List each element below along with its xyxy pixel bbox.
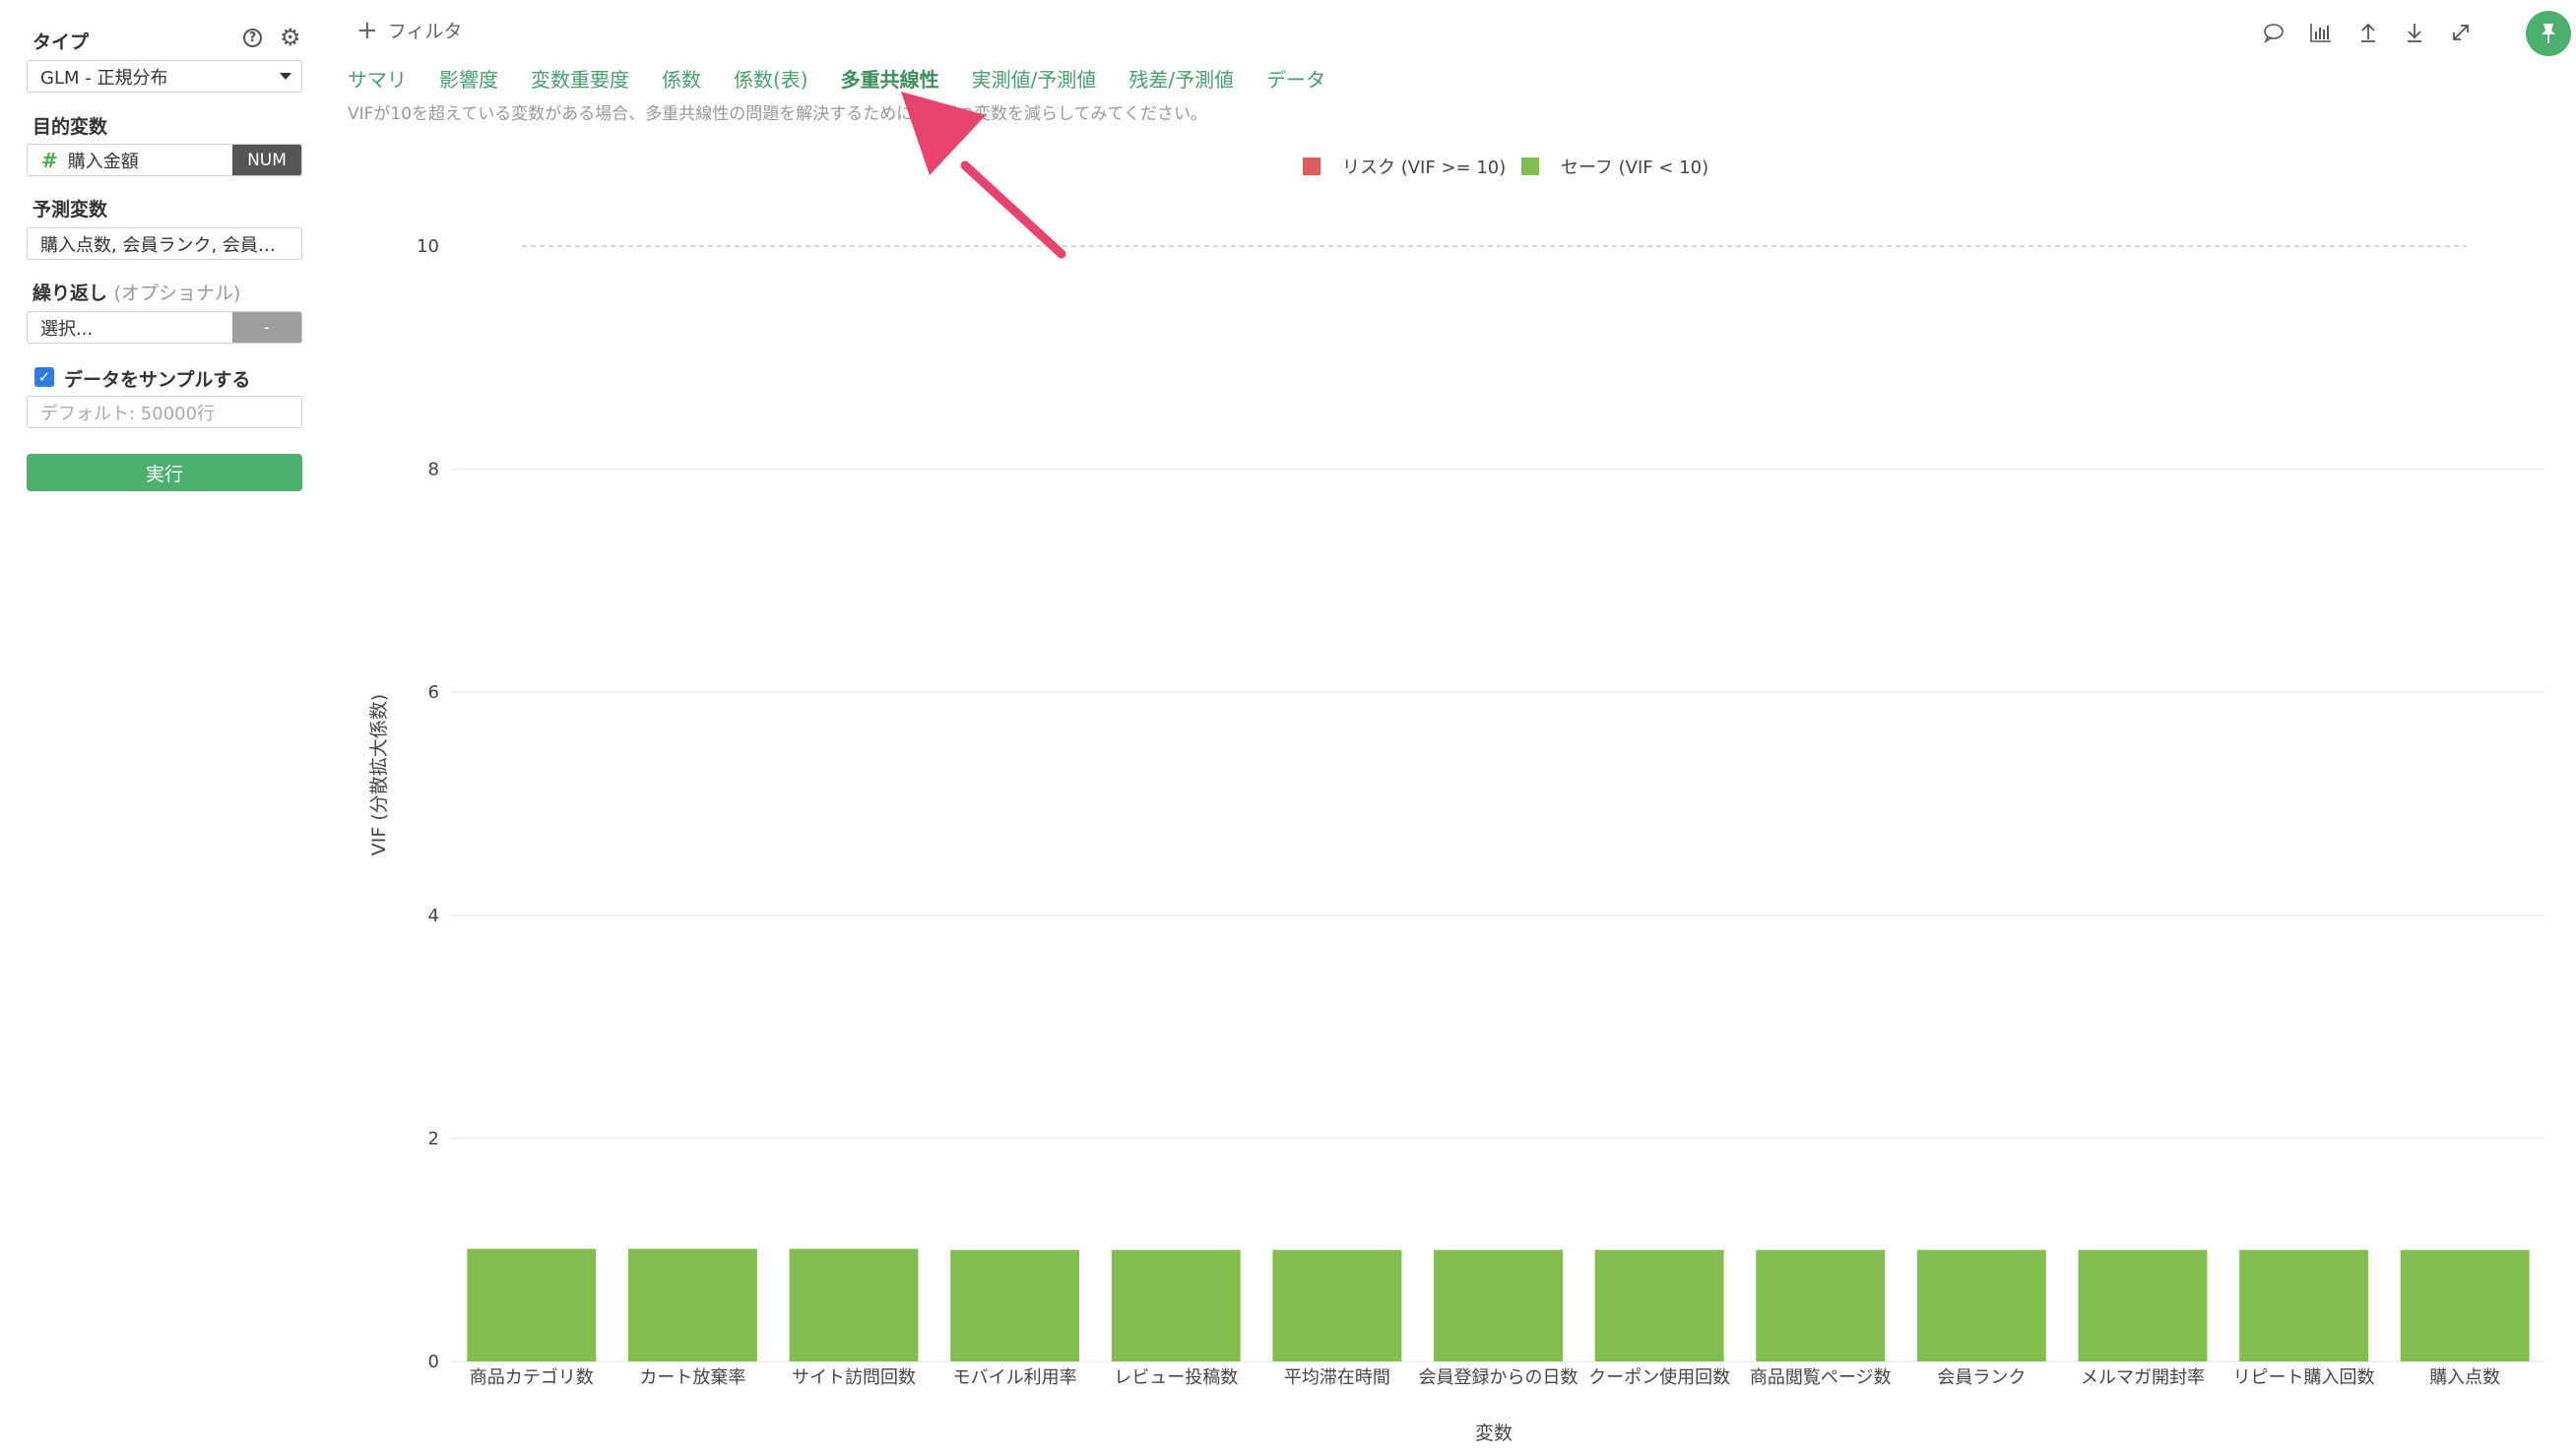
x-tick-label: モバイル利用率: [953, 1367, 1077, 1388]
bar-6[interactable]: [1434, 1249, 1563, 1361]
app-window: タイプ ? ⚙ GLM - 正規分布 目的変数 # 購入金額 NUM 予測変数 …: [0, 0, 2576, 1455]
bar-5[interactable]: [1272, 1249, 1402, 1361]
x-axis-title: 変数: [1475, 1423, 1513, 1444]
x-tick-label: 会員登録からの日数: [1419, 1367, 1578, 1388]
x-tick-label: カート放棄率: [639, 1367, 745, 1388]
bar-7[interactable]: [1594, 1249, 1724, 1361]
legend-swatch-1: [1521, 158, 1539, 175]
bar-4[interactable]: [1111, 1249, 1241, 1361]
x-tick-label: 会員ランク: [1937, 1367, 2026, 1388]
bar-11[interactable]: [2239, 1249, 2369, 1361]
bar-8[interactable]: [1756, 1249, 1886, 1361]
y-axis-title: VIF (分散拡大係数): [368, 694, 390, 855]
y-tick-label: 6: [428, 682, 439, 703]
bar-0[interactable]: [467, 1248, 597, 1361]
x-tick-label: 購入点数: [2429, 1367, 2500, 1388]
x-tick-label: レビュー投稿数: [1114, 1367, 1238, 1388]
y-tick-label: 2: [428, 1128, 439, 1149]
y-tick-label: 10: [417, 236, 439, 257]
x-tick-label: メルマガ開封率: [2081, 1367, 2205, 1388]
bar-12[interactable]: [2400, 1249, 2530, 1361]
y-tick-label: 8: [428, 460, 439, 480]
legend-swatch-0: [1303, 158, 1320, 175]
x-tick-label: 商品カテゴリ数: [470, 1367, 594, 1388]
bar-9[interactable]: [1916, 1249, 2046, 1361]
y-tick-label: 0: [428, 1352, 439, 1372]
bar-10[interactable]: [2078, 1249, 2208, 1361]
y-tick-label: 4: [428, 906, 439, 926]
x-tick-label: 平均滞在時間: [1284, 1367, 1390, 1388]
x-tick-label: サイト訪問回数: [792, 1367, 916, 1388]
x-tick-label: リピート購入回数: [2233, 1367, 2375, 1388]
x-tick-label: クーポン使用回数: [1588, 1367, 1730, 1388]
legend-label-0: リスク (VIF >= 10): [1342, 158, 1506, 178]
x-tick-label: 商品閲覧ページ数: [1750, 1367, 1892, 1388]
bar-2[interactable]: [789, 1248, 919, 1361]
bar-1[interactable]: [627, 1248, 757, 1361]
vif-bar-chart: 0 2 4 6 8 10 商品カテゴリ数 カート放棄率 サイト訪問回数 モバイル利用率 レビュー投稿…: [368, 158, 2545, 1444]
bar-3[interactable]: [950, 1249, 1080, 1361]
legend-label-1: セーフ (VIF < 10): [1561, 158, 1708, 178]
